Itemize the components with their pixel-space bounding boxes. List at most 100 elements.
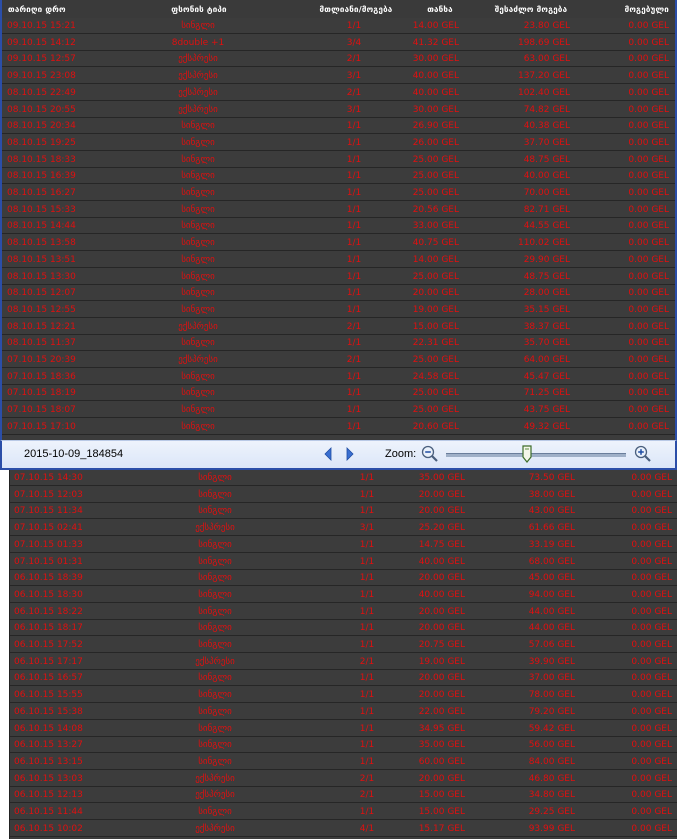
table-row[interactable]: 08.10.15 12:21 ექსპრესი 2/1 15.00 GEL 38.37 …	[2, 319, 675, 335]
header-amount[interactable]: თანხა	[427, 5, 453, 14]
table-row[interactable]: 08.10.15 14:44 სინგლი 1/1 33.00 GEL 44.55 GE…	[2, 218, 675, 235]
cell-bet-type: ექსპრესი	[178, 104, 218, 115]
table-row[interactable]: 06.10.15 18:22 სინგლი 1/1 20.00 GEL 44.00 GE…	[10, 604, 677, 620]
cell-combination: 2/1	[346, 355, 362, 365]
table-row[interactable]: 08.10.15 22:49 ექსპრესი 2/1 40.00 GEL 102.40…	[2, 85, 675, 101]
table-row[interactable]: 06.10.15 12:13 ექსპრესი 2/1 15.00 GEL 34.80 …	[10, 787, 677, 804]
cell-date: 07.10.15 01:31	[14, 556, 83, 567]
cell-win: 0.00 GEL	[628, 371, 669, 382]
cell-amount: 20.00 GEL	[418, 573, 465, 584]
table-row[interactable]: 09.10.15 12:57 ექსპრესი 2/1 30.00 GEL 63.00 …	[2, 51, 675, 68]
cell-amount: 20.00 GEL	[418, 606, 465, 617]
cell-combination: 2/1	[359, 656, 375, 667]
table-row[interactable]: 08.10.15 13:58 სინგლი 1/1 40.75 GEL 110.02 G…	[2, 235, 675, 252]
cell-bet-type: სინგლი	[198, 539, 232, 550]
header-possible-win[interactable]: შესაძლო მოგება	[495, 5, 568, 14]
table-row[interactable]: 06.10.15 16:57 სინგლი 1/1 20.00 GEL 37.00 GE…	[10, 670, 677, 687]
cell-amount: 15.00 GEL	[418, 807, 465, 817]
cell-possible-win: 33.19 GEL	[528, 539, 575, 550]
table-row[interactable]: 06.10.15 15:38 სინგლი 1/1 22.00 GEL 79.20 GE…	[10, 704, 677, 720]
table-row[interactable]: 06.10.15 17:17 ექსპრესი 2/1 19.00 GEL 39.90 …	[10, 654, 677, 670]
table-row[interactable]: 09.10.15 15:21 სინგლი 1/1 14.00 GEL 23.80 GE…	[2, 18, 675, 34]
header-date[interactable]: თარიღი დრო	[8, 5, 66, 14]
table-row[interactable]: 06.10.15 10:02 ექსპრესი 4/1 15.17 GEL 93.99 …	[10, 821, 677, 837]
table-row[interactable]: 06.10.15 18:39 სინგლი 1/1 20.00 GEL 45.00 GE…	[10, 570, 677, 587]
cell-bet-type: სინგლი	[181, 271, 215, 282]
cell-date: 08.10.15 20:55	[7, 104, 76, 115]
table-row[interactable]: 09.10.15 23:08 ექსპრესი 3/1 40.00 GEL 137.20…	[2, 68, 675, 85]
cell-possible-win: 40.38 GEL	[523, 121, 570, 132]
table-row[interactable]: 06.10.15 18:30 სინგლი 1/1 40.00 GEL 94.00 GE…	[10, 587, 677, 603]
table-row[interactable]: 06.10.15 13:27 სინგლი 1/1 35.00 GEL 56.00 GE…	[10, 737, 677, 754]
table-row[interactable]: 07.10.15 18:07 სინგლი 1/1 25.00 GEL 43.75 GE…	[2, 402, 675, 419]
table-row[interactable]: 06.10.15 17:52 სინგლი 1/1 20.75 GEL 57.06 GE…	[10, 637, 677, 653]
table-row[interactable]: 07.10.15 17:10 სინგლი 1/1 20.60 GEL 49.32 GE…	[2, 419, 675, 435]
table-row[interactable]: 08.10.15 16:27 სინგლი 1/1 25.00 GEL 70.00 GE…	[2, 185, 675, 201]
cell-possible-win: 44.00 GEL	[528, 623, 575, 634]
cell-amount: 22.00 GEL	[418, 706, 465, 717]
cell-win: 0.00 GEL	[631, 756, 672, 767]
table-row[interactable]: 07.10.15 01:31 სინგლი 1/1 40.00 GEL 68.00 GE…	[10, 554, 677, 570]
cell-date: 08.10.15 16:27	[7, 188, 76, 198]
table-row[interactable]: 08.10.15 11:37 სინგლი 1/1 22.31 GEL 35.70 GE…	[2, 335, 675, 352]
table-row[interactable]: 07.10.15 20:39 ექსპრესი 2/1 25.00 GEL 64.00 …	[2, 352, 675, 368]
cell-date: 08.10.15 12:55	[7, 304, 76, 315]
zoom-in-icon[interactable]	[634, 445, 652, 463]
table-row[interactable]: 08.10.15 18:33 სინგლი 1/1 25.00 GEL 48.75 GE…	[2, 152, 675, 168]
table-row[interactable]: 07.10.15 11:34 სინგლი 1/1 20.00 GEL 43.00 GE…	[10, 503, 677, 520]
zoom-out-icon[interactable]	[421, 445, 439, 463]
table-row[interactable]: 08.10.15 20:55 ექსპრესი 3/1 30.00 GEL 74.82 …	[2, 102, 675, 118]
table-row[interactable]: 08.10.15 20:34 სინგლი 1/1 26.90 GEL 40.38 GE…	[2, 118, 675, 135]
table-row[interactable]: 08.10.15 13:51 სინგლი 1/1 14.00 GEL 29.90 GE…	[2, 252, 675, 268]
cell-win: 0.00 GEL	[631, 606, 672, 617]
cell-combination: 1/1	[359, 623, 375, 634]
cell-bet-type: სინგლი	[198, 556, 232, 567]
table-row[interactable]: 06.10.15 15:55 სინგლი 1/1 20.00 GEL 78.00 GE…	[10, 687, 677, 704]
header-combination[interactable]: მთლიანი/მოგება	[320, 5, 393, 14]
header-win[interactable]: მოგებული	[625, 5, 669, 14]
chevron-left-icon[interactable]	[322, 447, 334, 461]
table-row[interactable]: 07.10.15 14:30 სინგლი 1/1 35.00 GEL 73.50 GE…	[10, 470, 677, 486]
table-row[interactable]: 06.10.15 13:03 ექსპრესი 2/1 20.00 GEL 46.80 …	[10, 771, 677, 787]
cell-win: 0.00 GEL	[628, 254, 669, 265]
cell-amount: 30.00 GEL	[412, 54, 459, 65]
table-row[interactable]: 08.10.15 12:55 სინგლი 1/1 19.00 GEL 35.15 GE…	[2, 302, 675, 318]
table-row[interactable]: 08.10.15 16:39 სინგლი 1/1 25.00 GEL 40.00 GE…	[2, 168, 675, 185]
table-row[interactable]: 07.10.15 18:19 სინგლი 1/1 25.00 GEL 71.25 GE…	[2, 385, 675, 402]
table-row[interactable]: 07.10.15 01:33 სინგლი 1/1 14.75 GEL 33.19 GE…	[10, 537, 677, 553]
cell-amount: 24.58 GEL	[412, 371, 459, 382]
cell-possible-win: 39.90 GEL	[528, 656, 575, 667]
cell-amount: 25.00 GEL	[412, 355, 459, 365]
zoom-slider-track[interactable]	[446, 453, 626, 457]
cell-possible-win: 38.37 GEL	[523, 321, 570, 332]
cell-bet-type: სინგლი	[181, 137, 215, 148]
table-row[interactable]: 07.10.15 02:41 ექსპრესი 3/1 25.20 GEL 61.66 …	[10, 520, 677, 537]
table-row[interactable]: 08.10.15 19:25 სინგლი 1/1 26.00 GEL 37.70 GE…	[2, 135, 675, 151]
table-row[interactable]: 06.10.15 11:44 სინგლი 1/1 15.00 GEL 29.25 GE…	[10, 804, 677, 820]
cell-date: 06.10.15 11:44	[14, 807, 83, 817]
image-filename: 2015-10-09_184854	[24, 448, 124, 460]
cell-possible-win: 38.00 GEL	[528, 489, 575, 500]
table-row[interactable]: 08.10.15 13:30 სინგლი 1/1 25.00 GEL 48.75 GE…	[2, 269, 675, 285]
cell-combination: 1/1	[359, 489, 375, 500]
table-row[interactable]: 08.10.15 15:33 სინგლი 1/1 20.56 GEL 82.71 GE…	[2, 202, 675, 218]
table-row[interactable]: 06.10.15 13:15 სინგლი 1/1 60.00 GEL 84.00 GE…	[10, 754, 677, 770]
table-row[interactable]: 07.10.15 12:03 სინგლი 1/1 20.00 GEL 38.00 GE…	[10, 487, 677, 503]
cell-amount: 20.00 GEL	[418, 506, 465, 517]
zoom-slider-thumb[interactable]	[522, 445, 532, 463]
table-row[interactable]: 06.10.15 18:17 სინგლი 1/1 20.00 GEL 44.00 GE…	[10, 620, 677, 637]
cell-combination: 1/1	[346, 137, 362, 148]
cell-win: 0.00 GEL	[631, 623, 672, 634]
bet-history-panel-bottom: 07.10.15 14:30 სინგლი 1/1 35.00 GEL 73.50 GE…	[9, 470, 677, 839]
header-bet-type[interactable]: ფსონის ტიპი	[171, 5, 227, 14]
cell-amount: 14.00 GEL	[412, 254, 459, 265]
cell-amount: 40.00 GEL	[418, 556, 465, 567]
cell-win: 0.00 GEL	[631, 673, 672, 684]
cell-amount: 40.00 GEL	[418, 589, 465, 600]
table-row[interactable]: 09.10.15 14:12 8double +1 3/4 41.32 GEL 198.…	[2, 35, 675, 51]
chevron-right-icon[interactable]	[344, 447, 356, 461]
table-row[interactable]: 08.10.15 12:07 სინგლი 1/1 20.00 GEL 28.00 GE…	[2, 285, 675, 302]
cell-amount: 40.00 GEL	[412, 87, 459, 98]
table-row[interactable]: 07.10.15 18:36 სინგლი 1/1 24.58 GEL 45.47 GE…	[2, 369, 675, 385]
table-row[interactable]: 06.10.15 14:08 სინგლი 1/1 34.95 GEL 59.42 GE…	[10, 721, 677, 737]
